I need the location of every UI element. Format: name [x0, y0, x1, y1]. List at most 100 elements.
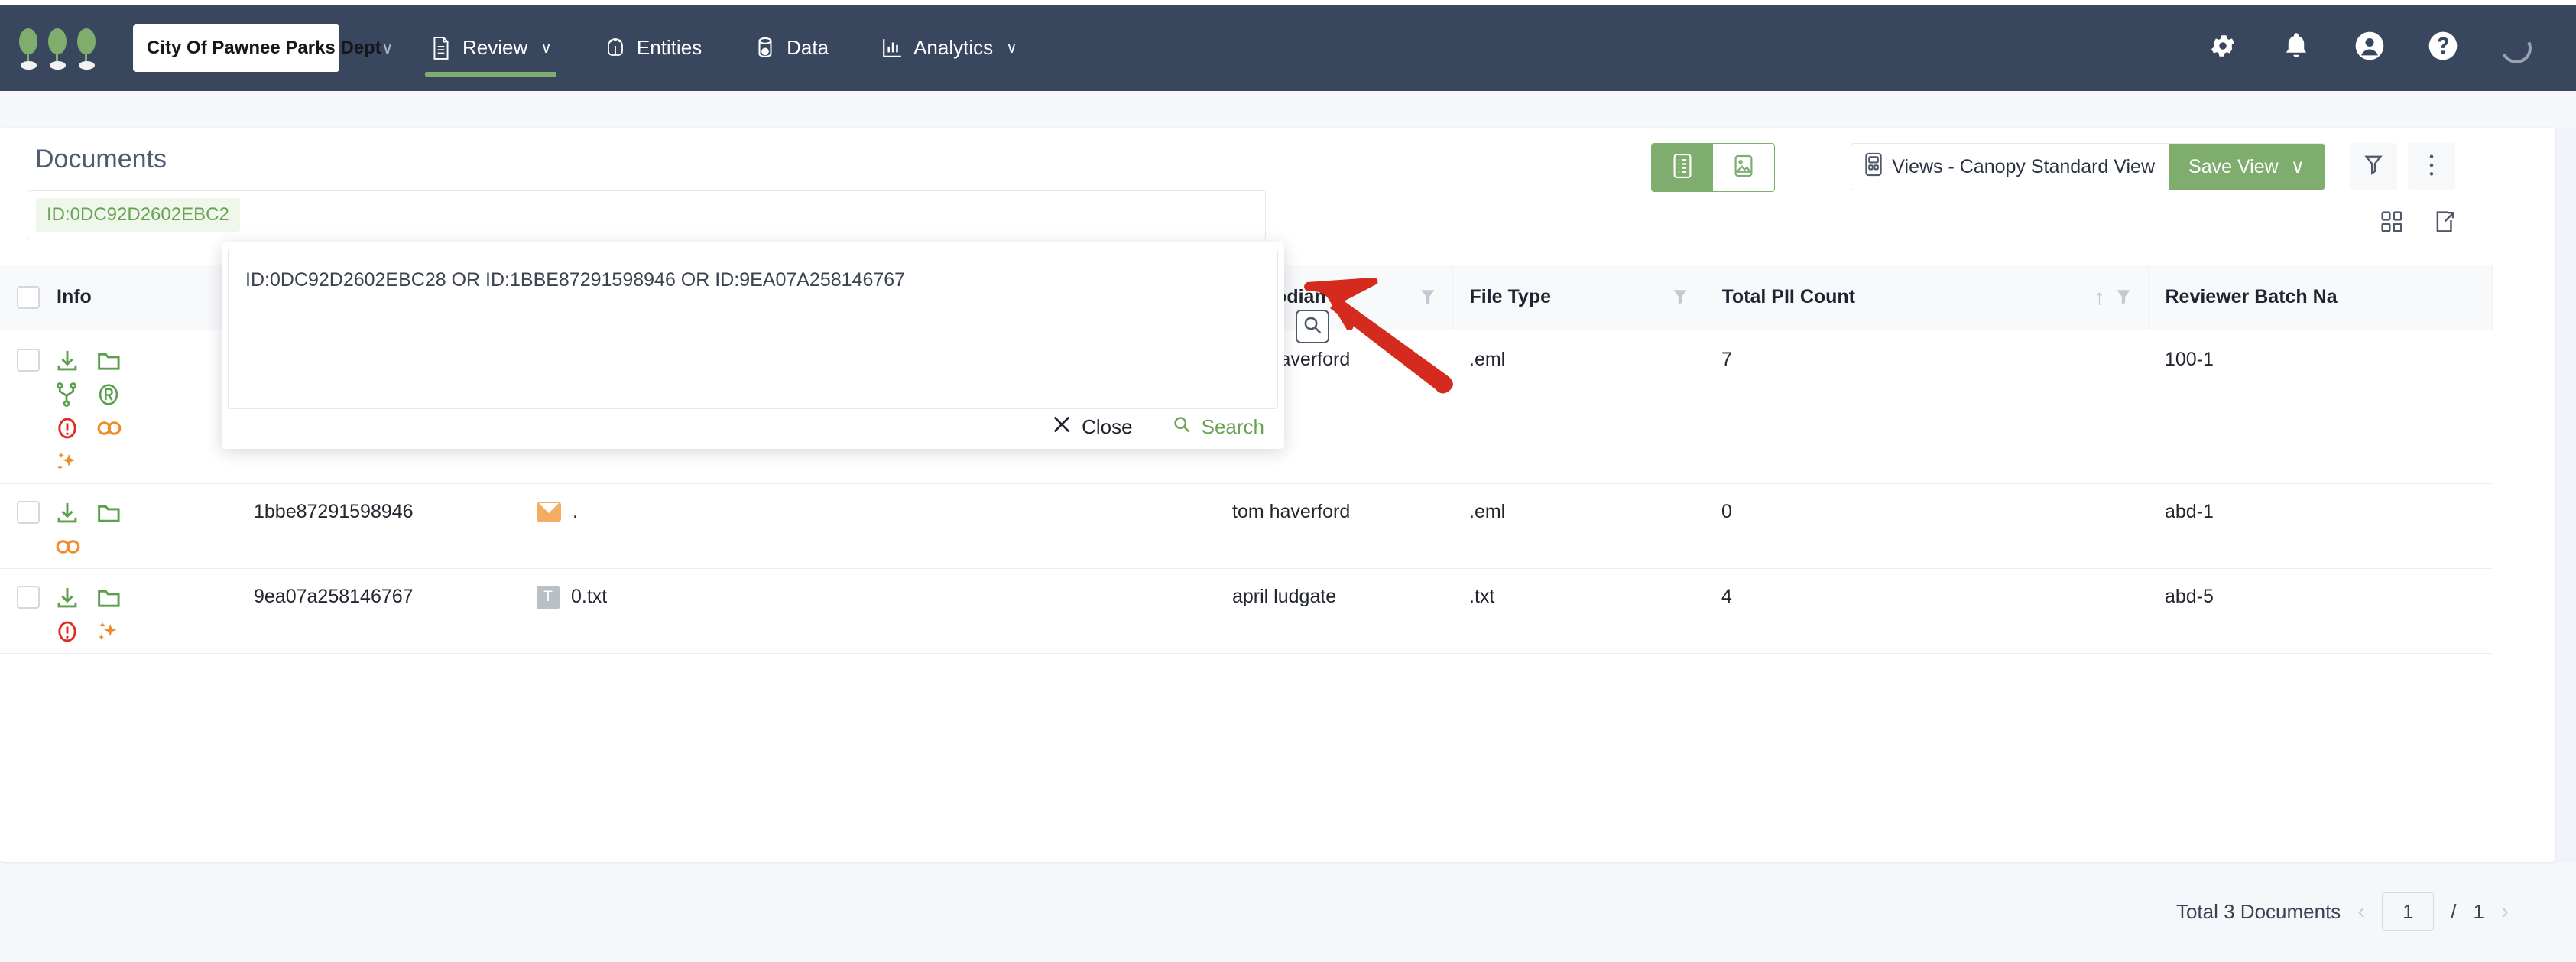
org-selector-value: City Of Pawnee Parks Dept — [147, 37, 381, 59]
cell-custodian: april ludgate — [1215, 568, 1452, 653]
sort-ascending-icon[interactable]: ↑ — [2094, 285, 2105, 310]
image-view-button[interactable] — [1713, 144, 1774, 191]
loading-spinner-icon — [2497, 28, 2535, 67]
image-view-icon — [1734, 153, 1754, 183]
cell-reviewer-batch-name: abd-5 — [2148, 568, 2492, 653]
nav-item-label: Data — [787, 36, 829, 60]
cell-info — [0, 483, 237, 568]
search-query-bar[interactable]: ID:0DC92D2602EBC2 — [28, 190, 1266, 239]
open-external-button[interactable] — [2434, 210, 2455, 237]
download-icon[interactable] — [55, 586, 96, 619]
table-row[interactable]: 9ea07a258146767 T 0.txt april ludgate .t… — [0, 568, 2492, 653]
bell-icon — [2283, 31, 2309, 64]
close-label: Close — [1082, 415, 1132, 439]
settings-button[interactable] — [2186, 5, 2260, 91]
email-icon — [537, 502, 561, 522]
help-button[interactable] — [2406, 5, 2480, 91]
save-view-label: Save View — [2188, 156, 2279, 178]
doc-name-text: 0.txt — [571, 586, 607, 608]
nav-actions — [2186, 5, 2576, 91]
page-title: Documents — [35, 145, 167, 174]
open-external-icon — [2434, 223, 2455, 236]
search-icon — [1173, 415, 1191, 439]
save-view-button[interactable]: Save View ∨ — [2169, 144, 2325, 190]
select-all-checkbox[interactable] — [17, 286, 40, 309]
column-header-reviewer-batch-name[interactable]: Reviewer Batch Na — [2148, 265, 2492, 330]
more-options-button[interactable] — [2408, 143, 2455, 190]
gear-icon — [2208, 31, 2237, 64]
download-icon[interactable] — [55, 349, 96, 382]
cell-custodian: tom haverford — [1215, 483, 1452, 568]
grid-layout-button[interactable] — [2380, 210, 2403, 237]
search-label: Search — [1202, 415, 1264, 439]
cell-info — [0, 330, 237, 483]
text-file-icon: T — [537, 586, 560, 609]
cell-doc-name: T 0.txt — [520, 568, 1215, 653]
nav-item-label: Review — [462, 36, 527, 60]
row-select-checkbox[interactable] — [17, 501, 40, 524]
document-icon — [430, 37, 453, 60]
filter-icon[interactable] — [1420, 289, 1436, 306]
search-query-input[interactable]: ID:0DC92D2602EBC28 OR ID:1BBE87291598946… — [228, 249, 1278, 409]
table-view-button[interactable] — [1652, 144, 1713, 191]
chevron-right-icon[interactable]: › — [2501, 899, 2509, 925]
folder-icon[interactable] — [96, 501, 138, 535]
pagination-total-pages: 1 — [2474, 900, 2484, 924]
filter-icon[interactable] — [1672, 289, 1688, 306]
alert-icon[interactable] — [55, 619, 96, 653]
cell-file-type: .eml — [1452, 483, 1705, 568]
org-selector[interactable]: City Of Pawnee Parks Dept ∨ — [133, 24, 339, 72]
folder-icon[interactable] — [96, 349, 138, 382]
column-header-file-type[interactable]: File Type — [1452, 265, 1705, 330]
cell-file-type: .eml — [1452, 330, 1705, 483]
column-label: Total PII Count — [1722, 286, 2094, 308]
nav-item-label: Analytics — [913, 36, 993, 60]
more-options-icon — [2428, 153, 2435, 181]
nav-item-data[interactable]: Data — [728, 5, 855, 91]
table-row[interactable]: 1bbe87291598946 . tom haverford .eml 0 a… — [0, 483, 2492, 568]
content-area: Documents ID:0DC92D2602EBC2 — [0, 91, 2576, 962]
nav-item-entities[interactable]: Entities — [578, 5, 728, 91]
top-navigation-bar: City Of Pawnee Parks Dept ∨ Review ∨ — [0, 5, 2576, 91]
download-icon[interactable] — [55, 501, 96, 535]
filter-button[interactable] — [2350, 143, 2397, 190]
row-select-checkbox[interactable] — [17, 586, 40, 609]
cell-doc-id: 1bbe87291598946 — [237, 483, 520, 568]
nav-item-review[interactable]: Review ∨ — [404, 5, 578, 91]
app-logo[interactable] — [17, 27, 109, 70]
column-header-total-pii-count[interactable]: Total PII Count ↑ — [1705, 265, 2148, 330]
entities-icon — [604, 37, 627, 60]
row-select-checkbox[interactable] — [17, 349, 40, 372]
pagination-separator: / — [2451, 900, 2456, 924]
nav-item-analytics[interactable]: Analytics ∨ — [855, 5, 1043, 91]
search-toggle-button[interactable] — [1296, 310, 1329, 343]
views-dropdown[interactable]: Views - Canopy Standard View — [1851, 144, 2169, 190]
close-button[interactable]: Close — [1053, 415, 1132, 439]
cell-doc-id: 9ea07a258146767 — [237, 568, 520, 653]
search-modal: ID:0DC92D2602EBC28 OR ID:1BBE87291598946… — [222, 242, 1284, 449]
help-circle-icon — [2428, 31, 2458, 65]
analytics-icon — [881, 37, 904, 60]
tree-logo-icon — [17, 28, 40, 70]
redaction-icon[interactable] — [96, 382, 138, 416]
alert-icon[interactable] — [55, 416, 96, 450]
folder-icon[interactable] — [96, 586, 138, 619]
duplicate-icon[interactable] — [55, 535, 96, 568]
table-view-icon — [1672, 153, 1692, 183]
duplicate-icon[interactable] — [96, 416, 138, 450]
cell-doc-name: . — [520, 483, 1215, 568]
notifications-button[interactable] — [2260, 5, 2333, 91]
chevron-left-icon[interactable]: ‹ — [2357, 899, 2365, 925]
page-number-input[interactable]: 1 — [2382, 892, 2434, 931]
account-button[interactable] — [2333, 5, 2406, 91]
ai-sparkle-icon[interactable] — [55, 450, 96, 483]
thread-icon[interactable] — [55, 382, 96, 416]
ai-sparkle-icon[interactable] — [96, 619, 138, 653]
column-header-info[interactable]: Info — [0, 265, 237, 330]
search-icon — [1303, 315, 1322, 339]
search-submit-button[interactable]: Search — [1173, 415, 1264, 439]
account-circle-icon — [2354, 31, 2385, 65]
filter-icon[interactable] — [2116, 289, 2131, 306]
cell-total-pii-count: 4 — [1705, 568, 2148, 653]
column-label: File Type — [1470, 286, 1672, 308]
